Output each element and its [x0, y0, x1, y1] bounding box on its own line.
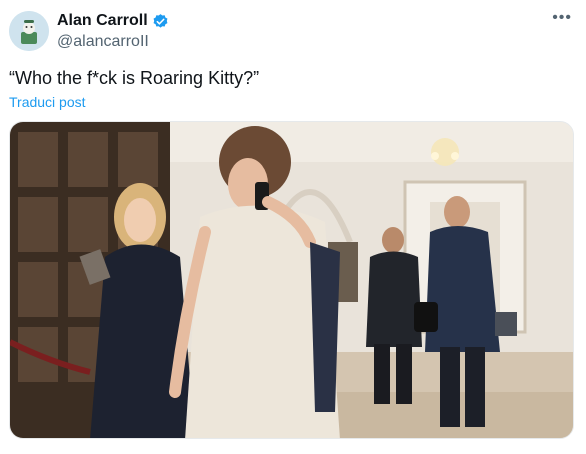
- translate-post-link[interactable]: Traduci post: [9, 93, 86, 111]
- avatar[interactable]: [9, 11, 49, 51]
- more-options-icon[interactable]: •••: [552, 10, 572, 26]
- author-handle[interactable]: @alancarroII: [57, 32, 149, 52]
- author-name-row: Alan Carroll: [57, 11, 169, 31]
- verified-badge-icon: [152, 13, 169, 30]
- tweet-photo[interactable]: [9, 121, 574, 439]
- tweet-text: “Who the f*ck is Roaring Kitty?”: [9, 68, 260, 88]
- author-display-name[interactable]: Alan Carroll: [57, 11, 148, 31]
